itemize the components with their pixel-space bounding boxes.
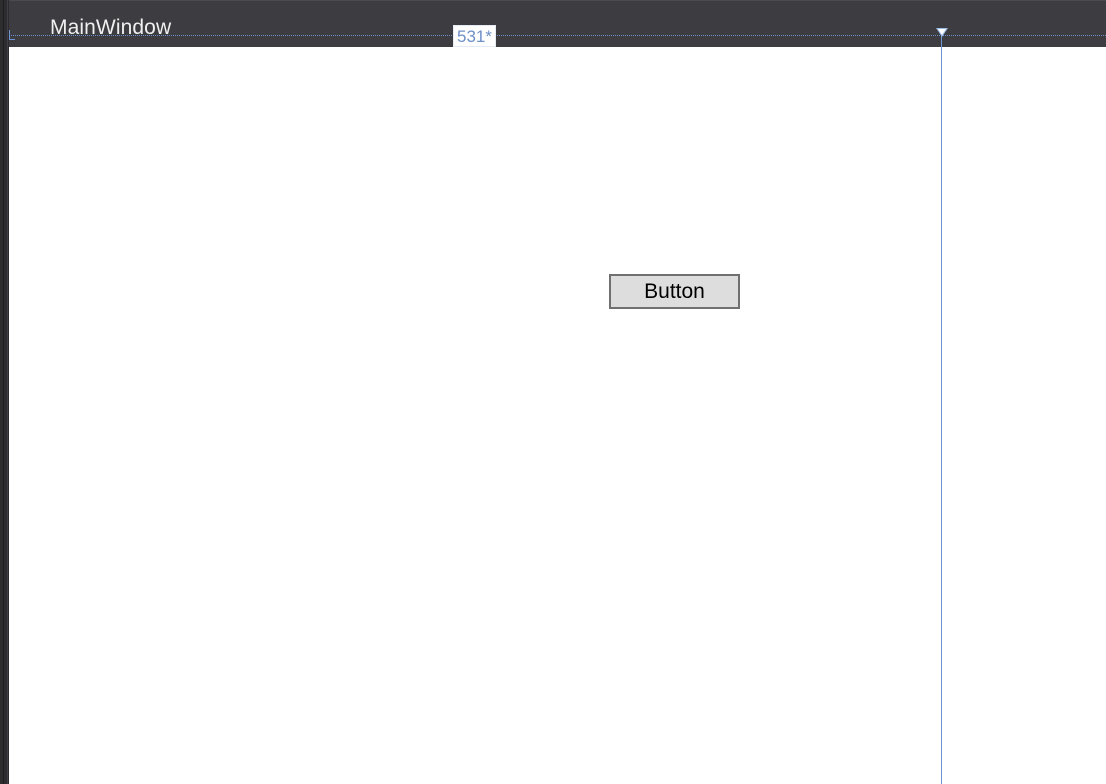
column-divider-handle-inner [938,29,946,35]
gutter-divider [3,0,4,784]
grid-corner-bracket [9,30,15,40]
main-window[interactable]: MainWindow Button 531* [9,0,1106,784]
designer-left-gutter [0,0,8,784]
grid-column-divider-line[interactable] [941,35,942,784]
window-title: MainWindow [50,16,172,39]
column-width-label[interactable]: 531* [453,25,496,47]
main-button[interactable]: Button [609,274,740,309]
designer-surface: MainWindow Button 531* [0,0,1106,784]
